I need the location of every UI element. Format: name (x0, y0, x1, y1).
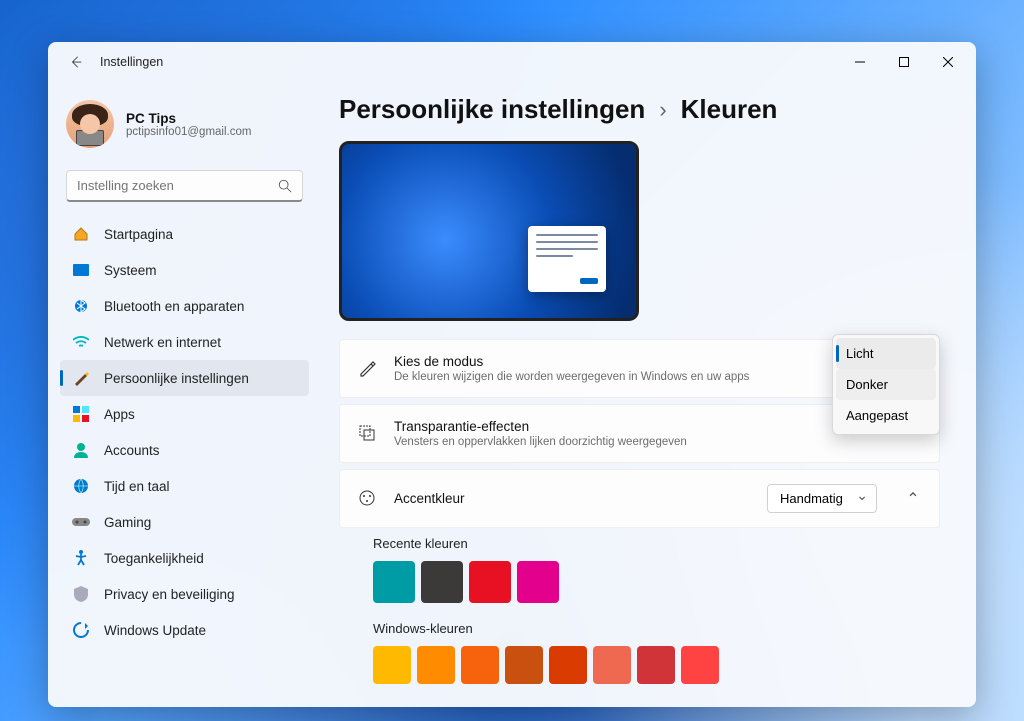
apps-icon (72, 405, 90, 423)
nav-apps[interactable]: Apps (60, 396, 309, 432)
nav-label: Startpagina (104, 227, 173, 242)
update-icon (72, 621, 90, 639)
expand-button[interactable]: ⌃ (905, 489, 921, 509)
nav-label: Toegankelijkheid (104, 551, 204, 566)
content-area: Persoonlijke instellingen › Kleuren Kies… (323, 82, 976, 707)
globe-icon (72, 477, 90, 495)
gamepad-icon (72, 513, 90, 531)
nav-label: Apps (104, 407, 135, 422)
window-title: Instellingen (100, 55, 163, 69)
minimize-button[interactable] (838, 46, 882, 78)
nav-label: Persoonlijke instellingen (104, 371, 249, 386)
profile-block[interactable]: PC Tips pctipsinfo01@gmail.com (52, 92, 317, 166)
nav-gaming[interactable]: Gaming (60, 504, 309, 540)
nav-label: Windows Update (104, 623, 206, 638)
sidebar: PC Tips pctipsinfo01@gmail.com Startpagi… (48, 82, 323, 707)
color-swatch[interactable] (373, 646, 411, 684)
nav-label: Accounts (104, 443, 160, 458)
color-swatch[interactable] (549, 646, 587, 684)
color-swatch[interactable] (421, 561, 463, 603)
brush-icon (358, 359, 378, 379)
arrow-left-icon (69, 55, 83, 69)
nav-label: Tijd en taal (104, 479, 170, 494)
profile-name: PC Tips (126, 111, 251, 126)
minimize-icon (855, 57, 865, 67)
breadcrumb: Persoonlijke instellingen › Kleuren (339, 94, 940, 125)
bluetooth-icon (72, 297, 90, 315)
nav-privacy[interactable]: Privacy en beveiliging (60, 576, 309, 612)
nav-list: Startpagina Systeem Bluetooth en apparat… (52, 216, 317, 648)
color-swatch[interactable] (417, 646, 455, 684)
color-swatch[interactable] (469, 561, 511, 603)
accent-select[interactable]: Handmatig (767, 484, 877, 513)
nav-personalization[interactable]: Persoonlijke instellingen (60, 360, 309, 396)
color-swatch[interactable] (637, 646, 675, 684)
windows-colors (373, 646, 940, 684)
nav-label: Bluetooth en apparaten (104, 299, 244, 314)
wifi-icon (72, 333, 90, 351)
nav-label: Netwerk en internet (104, 335, 221, 350)
breadcrumb-current: Kleuren (681, 94, 778, 125)
search-input[interactable] (77, 178, 278, 193)
color-swatch[interactable] (593, 646, 631, 684)
system-icon (72, 261, 90, 279)
color-swatch[interactable] (505, 646, 543, 684)
shield-icon (72, 585, 90, 603)
close-button[interactable] (926, 46, 970, 78)
maximize-icon (899, 57, 909, 67)
titlebar: Instellingen (48, 42, 976, 82)
nav-network[interactable]: Netwerk en internet (60, 324, 309, 360)
search-icon (278, 179, 292, 193)
profile-email: pctipsinfo01@gmail.com (126, 126, 251, 138)
transparency-icon (358, 424, 378, 444)
mode-option-light[interactable]: Licht (836, 338, 936, 369)
avatar (66, 100, 114, 148)
nav-label: Gaming (104, 515, 151, 530)
nav-accounts[interactable]: Accounts (60, 432, 309, 468)
theme-preview (339, 141, 639, 321)
accent-setting[interactable]: Accentkleur Handmatig ⌃ (339, 469, 940, 528)
accessibility-icon (72, 549, 90, 567)
brush-icon (72, 369, 90, 387)
search-box[interactable] (66, 170, 303, 202)
recent-colors-label: Recente kleuren (373, 536, 940, 551)
window-controls (838, 46, 970, 78)
recent-colors (373, 561, 940, 603)
close-icon (943, 57, 953, 67)
transparency-desc: Vensters en oppervlakken lijken doorzich… (394, 436, 687, 448)
mode-option-custom[interactable]: Aangepast (836, 400, 936, 431)
mode-option-dark[interactable]: Donker (836, 369, 936, 400)
nav-label: Privacy en beveiliging (104, 587, 235, 602)
nav-system[interactable]: Systeem (60, 252, 309, 288)
palette-icon (358, 489, 378, 509)
nav-label: Systeem (104, 263, 157, 278)
chevron-right-icon: › (659, 97, 666, 123)
person-icon (72, 441, 90, 459)
home-icon (72, 225, 90, 243)
accent-title: Accentkleur (394, 491, 465, 506)
preview-window-card (528, 226, 606, 292)
color-swatch[interactable] (681, 646, 719, 684)
mode-title: Kies de modus (394, 354, 749, 369)
color-swatch[interactable] (517, 561, 559, 603)
nav-accessibility[interactable]: Toegankelijkheid (60, 540, 309, 576)
mode-dropdown: Licht Donker Aangepast (832, 334, 940, 435)
nav-time[interactable]: Tijd en taal (60, 468, 309, 504)
windows-colors-label: Windows-kleuren (373, 621, 940, 636)
color-swatch[interactable] (461, 646, 499, 684)
breadcrumb-parent[interactable]: Persoonlijke instellingen (339, 94, 645, 125)
nav-bluetooth[interactable]: Bluetooth en apparaten (60, 288, 309, 324)
transparency-title: Transparantie-effecten (394, 419, 687, 434)
mode-desc: De kleuren wijzigen die worden weergegev… (394, 371, 749, 383)
nav-update[interactable]: Windows Update (60, 612, 309, 648)
settings-window: Instellingen PC Tips pctipsinfo01@gmail.… (48, 42, 976, 707)
maximize-button[interactable] (882, 46, 926, 78)
color-swatch[interactable] (373, 561, 415, 603)
nav-home[interactable]: Startpagina (60, 216, 309, 252)
back-button[interactable] (62, 48, 90, 76)
